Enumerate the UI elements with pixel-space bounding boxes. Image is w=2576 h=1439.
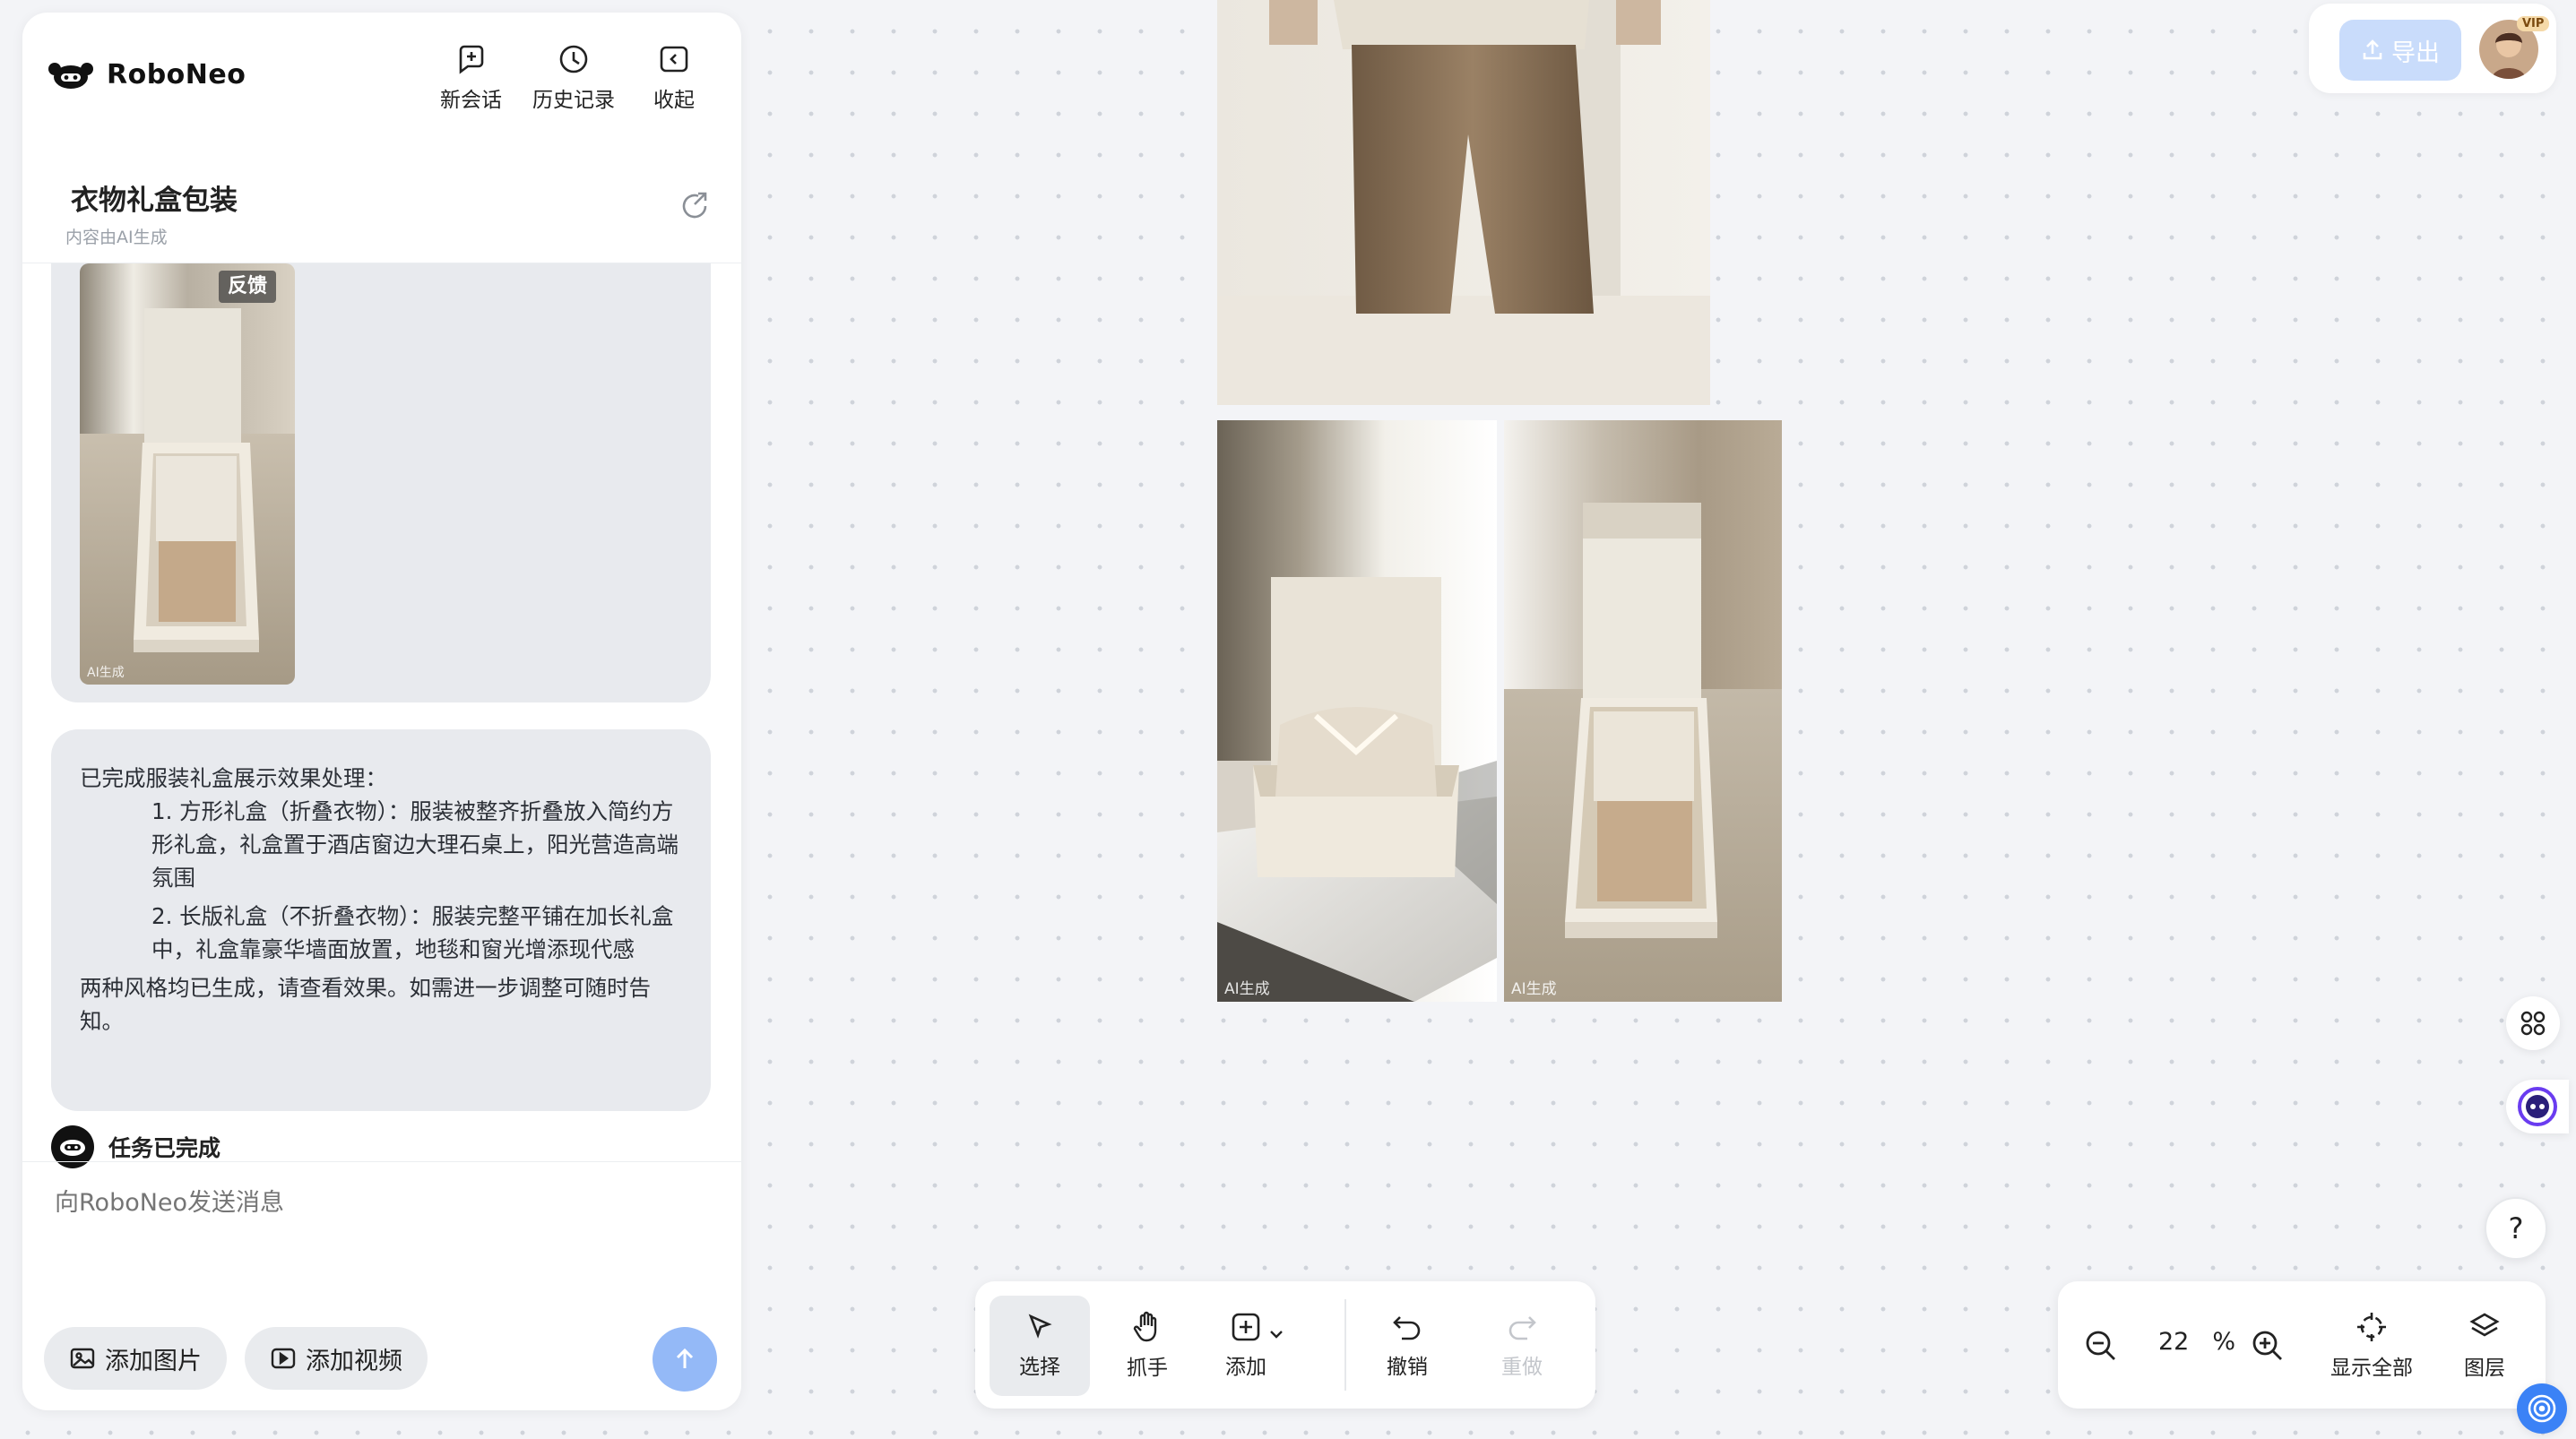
apps-grid-icon [2520, 1011, 2546, 1036]
share-button[interactable] [679, 190, 711, 222]
hand-label: 抓手 [1127, 1357, 1168, 1380]
history-button[interactable]: 历史记录 [532, 43, 615, 113]
long-image-ai-tag: AI生成 [1511, 980, 1557, 998]
roboneo-logo-icon [48, 62, 93, 89]
message-input[interactable] [55, 1189, 700, 1217]
history-label: 历史记录 [532, 89, 615, 112]
top-right-bar: 导出 VIP [2309, 4, 2556, 93]
reply-outro: 两种风格均已生成，请查看效果。如需进一步调整可随时告知。 [80, 975, 651, 1034]
fit-screen-icon [2357, 1313, 2386, 1341]
redo-label: 重做 [1501, 1356, 1543, 1379]
collapse-icon [660, 46, 688, 73]
export-label: 导出 [2391, 39, 2440, 67]
layers-icon [2469, 1313, 2500, 1337]
model-outfit-image [1217, 0, 1710, 405]
zoom-out-icon [2086, 1331, 2115, 1360]
image-icon [70, 1348, 95, 1369]
fit-all-button[interactable]: 显示全部 [2318, 1296, 2425, 1396]
brand-name: RoboNeo [107, 59, 246, 90]
ai-disclaimer: 内容由AI生成 [65, 228, 168, 247]
select-tool[interactable]: 选择 [990, 1296, 1090, 1396]
vip-badge: VIP [2517, 16, 2550, 31]
add-video-label: 添加视频 [306, 1347, 402, 1375]
video-icon [271, 1348, 296, 1369]
zoom-bar: 22 % 显示全部 图层 [2058, 1281, 2546, 1409]
hand-icon [1133, 1311, 1157, 1342]
target-button[interactable] [2517, 1383, 2567, 1434]
layers-button[interactable]: 图层 [2440, 1296, 2529, 1396]
reply-item-2: 2. 长版礼盒（不折叠衣物）：服装完整平铺在加长礼盒中，礼盒靠豪华墙面放置，地毯… [151, 903, 674, 962]
redo-button[interactable]: 重做 [1477, 1296, 1567, 1396]
brand-logo[interactable]: RoboNeo [48, 59, 246, 90]
layers-label: 图层 [2464, 1357, 2505, 1380]
apps-button[interactable] [2506, 996, 2560, 1050]
select-label: 选择 [1019, 1356, 1060, 1379]
help-icon: ? [2508, 1211, 2524, 1245]
result-thumbnail[interactable]: 反馈 AI生成 [80, 263, 295, 685]
new-chat-icon [459, 45, 483, 74]
target-icon [2528, 1394, 2556, 1423]
conversation-title: 衣物礼盒包装 [71, 185, 238, 217]
canvas-image-square-box[interactable]: AI生成 [1217, 420, 1497, 1002]
reply-intro: 已完成服装礼盒展示效果处理： [80, 765, 387, 791]
long-giftbox-image [80, 263, 295, 685]
plus-square-icon [1232, 1313, 1260, 1341]
zoom-in-button[interactable] [2250, 1328, 2286, 1364]
redo-icon [1508, 1316, 1536, 1340]
zoom-unit: % [2212, 1328, 2236, 1356]
image-result-bubble: 反馈 AI生成 [51, 263, 711, 702]
conversation-title-row: 衣物礼盒包装 内容由AI生成 [22, 156, 741, 263]
robot-face-icon [60, 1140, 85, 1156]
new-chat-button[interactable]: 新会话 [440, 43, 502, 113]
hand-tool[interactable]: 抓手 [1102, 1296, 1192, 1396]
message-list: 反馈 AI生成 已完成服装礼盒展示效果处理： 1. 方形礼盒（折叠衣物）：服装被… [22, 263, 741, 1177]
chat-panel: RoboNeo 新会话 历史记录 收起 衣物礼盒包装 内容由AI生成 反馈 AI… [22, 13, 741, 1410]
add-image-label: 添加图片 [105, 1347, 202, 1375]
thumb-ai-tag: AI生成 [87, 666, 125, 680]
undo-button[interactable]: 撤销 [1362, 1296, 1452, 1396]
new-chat-label: 新会话 [440, 89, 502, 112]
toolbar-divider [1344, 1299, 1346, 1391]
undo-label: 撤销 [1387, 1356, 1428, 1379]
export-button[interactable]: 导出 [2339, 20, 2461, 81]
long-giftbox-canvas-image [1504, 420, 1782, 1002]
share-icon [682, 192, 707, 219]
assistant-button[interactable] [2506, 1080, 2569, 1133]
fit-all-label: 显示全部 [2330, 1357, 2413, 1380]
zoom-in-icon [2252, 1331, 2282, 1360]
add-label: 添加 [1225, 1356, 1266, 1379]
feedback-button[interactable]: 反馈 [219, 271, 277, 303]
add-video-button[interactable]: 添加视频 [245, 1327, 428, 1390]
assistant-reply-bubble: 已完成服装礼盒展示效果处理： 1. 方形礼盒（折叠衣物）：服装被整齐折叠放入简约… [51, 729, 711, 1111]
cursor-icon [1028, 1314, 1052, 1339]
robot-assistant-icon [2518, 1087, 2557, 1126]
send-button[interactable] [653, 1327, 717, 1392]
add-image-button[interactable]: 添加图片 [44, 1327, 227, 1390]
composer: 添加图片 添加视频 [22, 1161, 741, 1410]
reply-item-1: 1. 方形礼盒（折叠衣物）：服装被整齐折叠放入简约方形礼盒，礼盒置于酒店窗边大理… [151, 798, 679, 891]
panel-header: RoboNeo 新会话 历史记录 收起 [22, 13, 741, 118]
arrow-up-icon [676, 1348, 694, 1368]
collapse-button[interactable]: 收起 [653, 43, 695, 113]
canvas-image-model[interactable] [1217, 0, 1710, 405]
canvas-image-long-box[interactable]: AI生成 [1504, 420, 1782, 1002]
square-image-ai-tag: AI生成 [1224, 980, 1270, 998]
help-button[interactable]: ? [2485, 1197, 2547, 1260]
chevron-down-icon [1270, 1331, 1283, 1339]
zoom-level[interactable]: 22 % [2158, 1328, 2235, 1356]
upload-icon [2363, 39, 2382, 60]
add-tool[interactable]: 添加 [1199, 1296, 1316, 1396]
clock-icon [559, 45, 588, 73]
undo-icon [1393, 1316, 1421, 1340]
canvas-toolbar: 选择 抓手 添加 撤销 重做 [975, 1281, 1595, 1409]
square-giftbox-image [1217, 420, 1497, 1002]
task-status-label: 任务已完成 [108, 1135, 221, 1161]
add-tool-icons [1231, 1312, 1284, 1342]
collapse-label: 收起 [653, 89, 695, 112]
zoom-value: 22 [2158, 1328, 2190, 1356]
zoom-out-button[interactable] [2083, 1328, 2119, 1364]
